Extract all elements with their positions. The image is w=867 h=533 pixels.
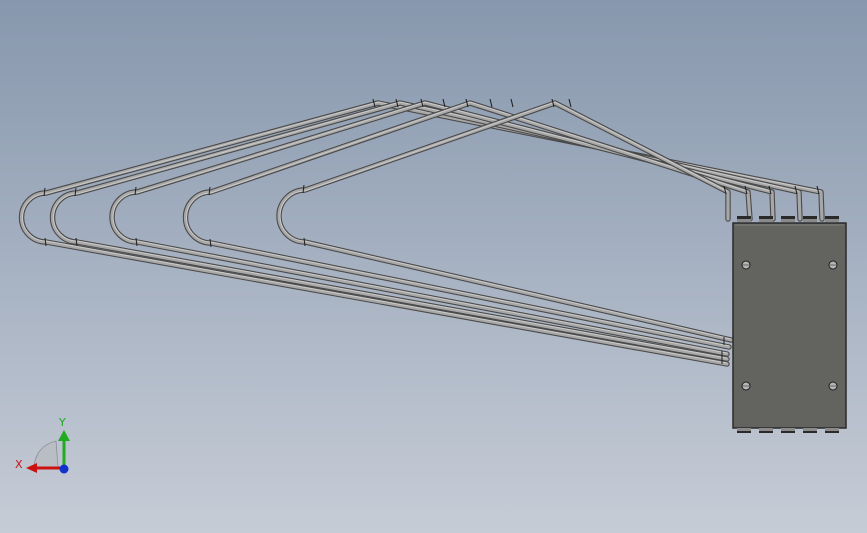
tube-seams bbox=[43, 98, 820, 364]
triad-y-label: Y bbox=[58, 416, 66, 429]
pipe-loops bbox=[18, 98, 825, 367]
triad-x-label: X bbox=[15, 458, 23, 471]
coordinate-triad-icon[interactable]: Y X bbox=[15, 416, 70, 474]
manifold-block[interactable] bbox=[732, 216, 847, 433]
cad-viewport[interactable]: Y X bbox=[0, 0, 867, 533]
pipe-loop-1[interactable] bbox=[18, 100, 825, 367]
pipe-loop-2[interactable] bbox=[49, 100, 803, 362]
